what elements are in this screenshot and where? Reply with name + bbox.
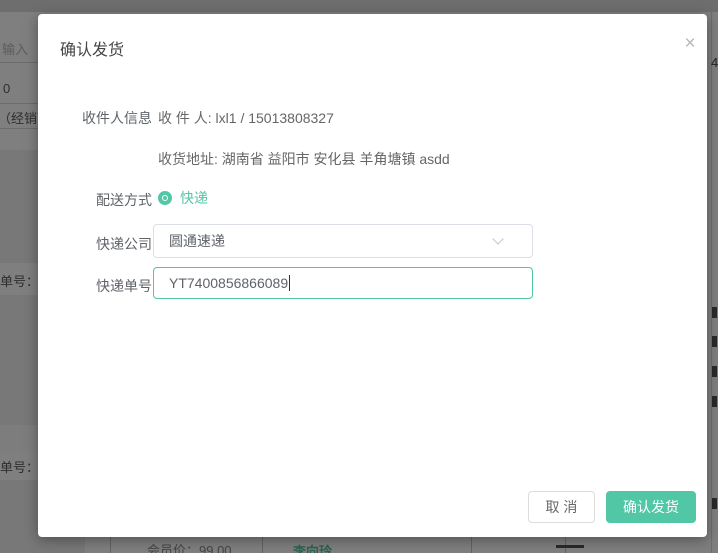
courier-company-select[interactable]: 圆通速递 <box>153 224 533 258</box>
chevron-down-icon <box>492 233 503 244</box>
screen: 输入 0 （经销商 单号： 单号： 会员价：99.00 李向玲 4 确认发货 <box>0 0 718 553</box>
text-cursor <box>289 275 290 291</box>
selected-option-text: 圆通速递 <box>169 231 494 251</box>
tracking-number-input[interactable]: YT7400856866089 <box>153 267 533 299</box>
close-icon[interactable]: × <box>678 32 702 56</box>
recipient-name-value: 收 件 人: lxl1 / 15013808327 <box>158 108 334 128</box>
confirm-shipment-button[interactable]: 确认发货 <box>606 491 696 523</box>
confirm-shipment-dialog: 确认发货 × 收件人信息 收 件 人: lxl1 / 15013808327 收… <box>38 14 707 537</box>
recipient-address-value: 收货地址: 湖南省 益阳市 安化县 羊角塘镇 asdd <box>158 149 450 169</box>
delivery-method-radio-group: 快递 <box>158 188 208 208</box>
cancel-button[interactable]: 取 消 <box>528 491 595 523</box>
radio-checked-icon[interactable] <box>158 191 172 205</box>
recipient-info-label: 收件人信息 <box>60 108 152 128</box>
dialog-title: 确认发货 <box>60 36 124 60</box>
tracking-number-value: YT7400856866089 <box>169 275 288 291</box>
courier-company-label: 快递公司 <box>60 234 152 254</box>
delivery-method-label: 配送方式 <box>60 190 152 210</box>
radio-option-label[interactable]: 快递 <box>180 188 208 208</box>
tracking-number-label: 快递单号 <box>60 276 152 296</box>
